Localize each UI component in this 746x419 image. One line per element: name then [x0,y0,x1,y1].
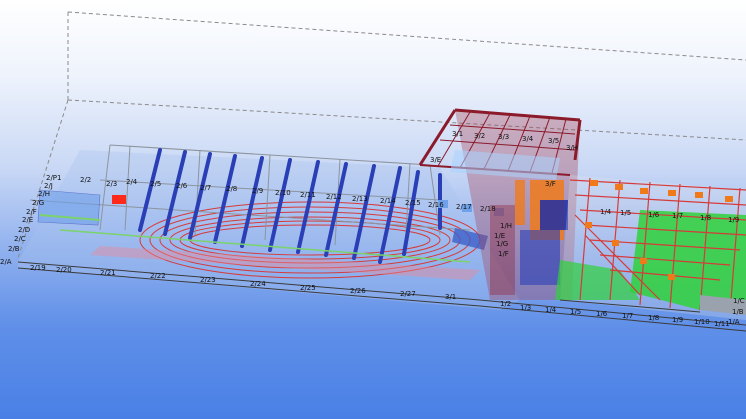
grid-label: 2/J [44,182,53,190]
grid-label: 3/H [566,144,578,152]
structural-model-view[interactable]: 2/P1 2/J 2/2 2/H 2/3 2/4 2/G 2/5 2/6 2/F… [0,0,746,419]
grid-label: 1/6 [596,310,608,318]
grid-label: 1/7 [622,312,633,320]
grid-label: 1/A [728,318,740,326]
grid-label: 2/15 [405,199,421,207]
grid-label: 2/25 [300,284,316,292]
boundary-mid-edge [67,99,746,141]
grid-label: 3/5 [548,137,559,145]
right-grandstand [555,175,746,320]
grid-label: 2/F [26,208,37,216]
grid-label: 2/22 [150,272,166,280]
grid-label: 2/G [32,199,44,207]
grid-label: 1/F [498,250,509,258]
grid-label: 1/C [733,297,745,305]
grid-label: 1/7 [672,212,683,220]
grid-label: 2/7 [200,184,211,192]
grid-label: 2/16 [428,201,444,209]
grid-label: 2/E [22,216,33,224]
grid-label: 2/21 [100,269,116,277]
grid-label: 2/23 [200,276,216,284]
grid-label: 2/27 [400,290,416,298]
grid-label: 2/2 [80,176,91,184]
grid-label: 1/8 [700,214,711,222]
grid-label: 2/B [8,245,20,253]
grid-label: 3/4 [522,135,534,143]
grid-label: 1/4 [545,306,557,314]
grid-label: 1/5 [570,308,581,316]
grid-label: 1/H [500,222,512,230]
grid-label: 2/10 [275,189,291,197]
grid-label: 1/6 [648,211,660,219]
grid-label: 2/17 [456,203,472,211]
grid-label: 1/9 [672,316,683,324]
grid-label: 2/18 [480,205,496,213]
grid-label: 2/P1 [46,174,62,182]
grid-label: 2/13 [352,195,368,203]
3d-model-viewport[interactable]: 2/P1 2/J 2/2 2/H 2/3 2/4 2/G 2/5 2/6 2/F… [0,0,746,419]
grid-label: 2/26 [350,287,366,295]
grid-label: 2/9 [252,187,263,195]
grid-label: 2/14 [380,197,396,205]
grid-label: 2/5 [150,180,161,188]
grid-label: 2/A [0,258,12,266]
grid-label: 3/3 [498,133,509,141]
grid-label: 3/1 [445,293,456,301]
red-marker-block [112,195,126,204]
boundary-top-edge [67,11,746,61]
grid-label: 3/E [430,156,441,164]
grid-label: 2/8 [226,185,237,193]
grid-label: 1/10 [694,318,710,326]
grid-label: 1/B [732,308,744,316]
grid-label: 2/11 [300,191,316,199]
grid-label: 1/8 [648,314,659,322]
grid-label: 1/G [496,240,508,248]
grid-label: 2/C [14,235,26,243]
grid-label: 3/2 [474,132,485,140]
grid-label: 3/1 [452,130,463,138]
grid-label: 1/4 [600,208,612,216]
grid-label: 2/H [38,190,50,198]
grid-label: 2/19 [30,264,46,272]
grid-label: 1/2 [500,300,511,308]
grid-label: 2/20 [56,266,72,274]
grid-label: 1/5 [620,209,631,217]
grid-label: 2/4 [126,178,138,186]
grid-label: 2/D [18,226,30,234]
grid-label: 3/F [545,180,556,188]
grid-label: 1/E [494,232,505,240]
grid-label: 2/6 [176,182,188,190]
grid-label: 1/9 [728,216,739,224]
grid-label: 1/3 [520,304,531,312]
grid-label: 2/3 [106,180,117,188]
grid-label: 2/24 [250,280,266,288]
grid-label: 2/12 [326,193,342,201]
